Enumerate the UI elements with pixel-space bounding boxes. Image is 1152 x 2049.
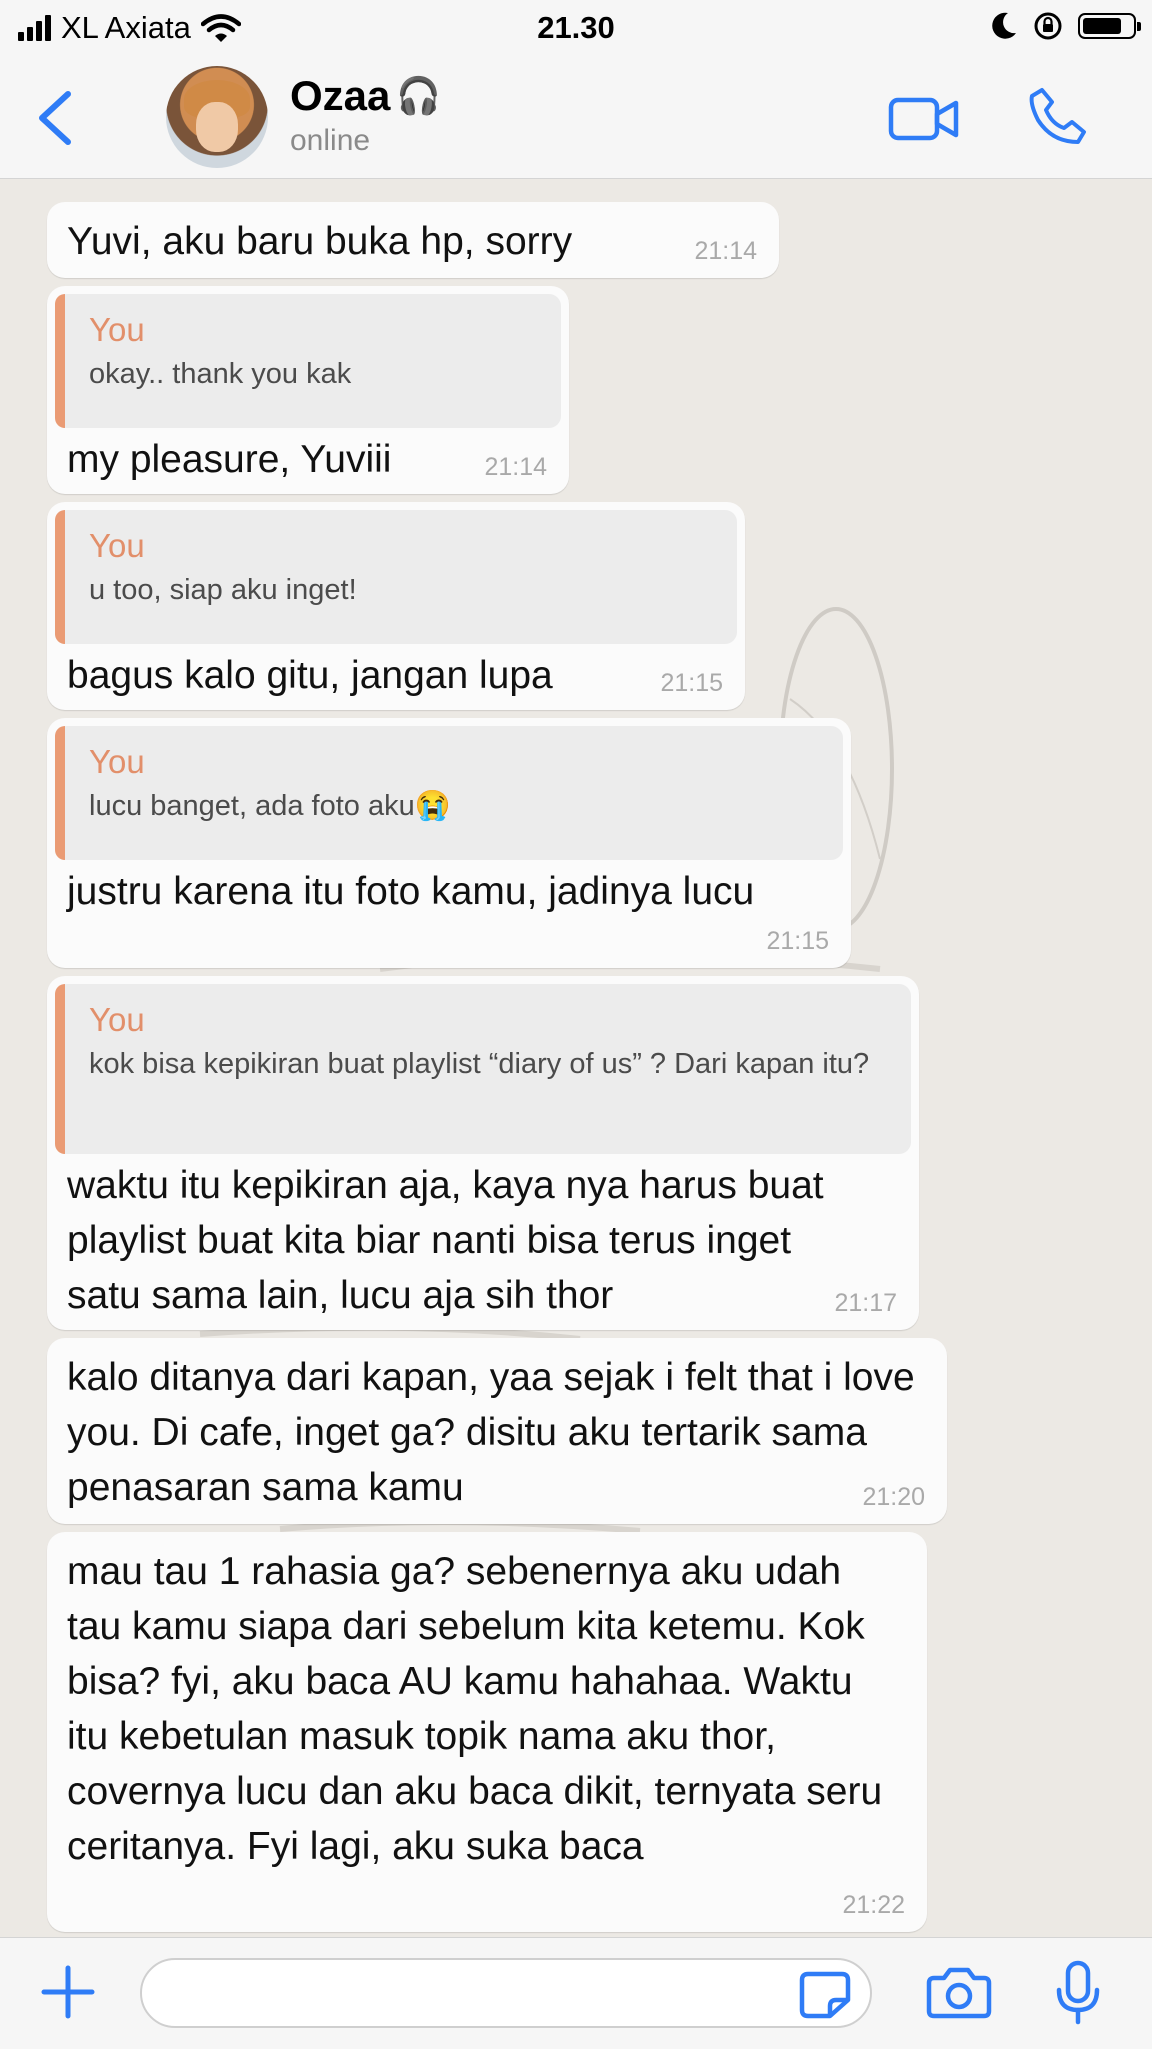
voice-call-icon[interactable] <box>1028 86 1088 146</box>
sticker-icon[interactable] <box>798 1970 852 2020</box>
message-time: 21:14 <box>694 237 757 265</box>
quoted-reply[interactable]: You lucu banget, ada foto aku😭 <box>55 726 843 860</box>
battery-icon <box>1078 13 1141 39</box>
chat-header: Ozaa 🎧 online <box>0 58 1152 179</box>
message-bubble[interactable]: You kok bisa kepikiran buat playlist “di… <box>47 976 919 1330</box>
quote-author: You <box>89 311 145 348</box>
contact-name-text: Ozaa <box>290 72 391 119</box>
camera-icon[interactable] <box>926 1964 992 2020</box>
contact-name[interactable]: Ozaa 🎧 <box>290 72 441 120</box>
message-time: 21:15 <box>660 669 723 697</box>
headphones-emoji: 🎧 <box>396 75 442 116</box>
message-bubble[interactable]: You lucu banget, ada foto aku😭 justru ka… <box>47 718 851 968</box>
message-bubble[interactable]: Yuvi, aku baru buka hp, sorry 21:14 <box>47 202 779 278</box>
quote-author: You <box>89 527 145 564</box>
quoted-reply[interactable]: You u too, siap aku inget! <box>55 510 737 644</box>
status-bar: XL Axiata 21.30 <box>0 0 1152 58</box>
message-text: kalo ditanya dari kapan, yaa sejak i fel… <box>67 1356 915 1509</box>
message-bubble[interactable]: You u too, siap aku inget! bagus kalo gi… <box>47 502 745 710</box>
message-time: 21:20 <box>862 1483 925 1511</box>
quote-author: You <box>89 1001 145 1038</box>
quote-text: u too, siap aku inget! <box>89 574 357 606</box>
clock: 21.30 <box>537 10 615 45</box>
message-input[interactable] <box>140 1958 872 2028</box>
quote-text: kok bisa kepikiran buat playlist “diary … <box>89 1048 870 1080</box>
message-text: mau tau 1 rahasia ga? sebenernya aku uda… <box>67 1550 883 1868</box>
message-text: Yuvi, aku baru buka hp, sorry <box>67 220 573 263</box>
message-input-bar <box>0 1937 1152 2049</box>
microphone-icon[interactable] <box>1054 1960 1102 2026</box>
message-bubble[interactable]: You okay.. thank you kak my pleasure, Yu… <box>47 286 569 494</box>
message-time: 21:22 <box>842 1891 905 1919</box>
rotation-lock-icon <box>1034 12 1062 40</box>
contact-status: online <box>290 124 371 157</box>
quote-text: okay.. thank you kak <box>89 358 352 390</box>
video-call-icon[interactable] <box>888 88 960 148</box>
quote-author: You <box>89 743 145 780</box>
message-time: 21:17 <box>834 1289 897 1317</box>
message-bubble[interactable]: kalo ditanya dari kapan, yaa sejak i fel… <box>47 1338 947 1524</box>
message-text: bagus kalo gitu, jangan lupa <box>67 654 553 697</box>
message-bubble[interactable]: mau tau 1 rahasia ga? sebenernya aku uda… <box>47 1532 927 1932</box>
moon-icon <box>992 12 1016 39</box>
message-text: waktu itu kepikiran aja, kaya nya harus … <box>67 1164 824 1317</box>
quoted-reply[interactable]: You kok bisa kepikiran buat playlist “di… <box>55 984 911 1154</box>
quoted-reply[interactable]: You okay.. thank you kak <box>55 294 561 428</box>
back-chevron-icon[interactable] <box>30 88 78 148</box>
avatar[interactable] <box>166 66 268 168</box>
status-right <box>990 10 1141 42</box>
plus-icon[interactable] <box>40 1964 96 2020</box>
message-time: 21:14 <box>484 453 547 481</box>
message-text: justru karena itu foto kamu, jadinya luc… <box>67 870 755 913</box>
quote-text: lucu banget, ada foto aku😭 <box>89 790 451 822</box>
message-time: 21:15 <box>766 927 829 955</box>
